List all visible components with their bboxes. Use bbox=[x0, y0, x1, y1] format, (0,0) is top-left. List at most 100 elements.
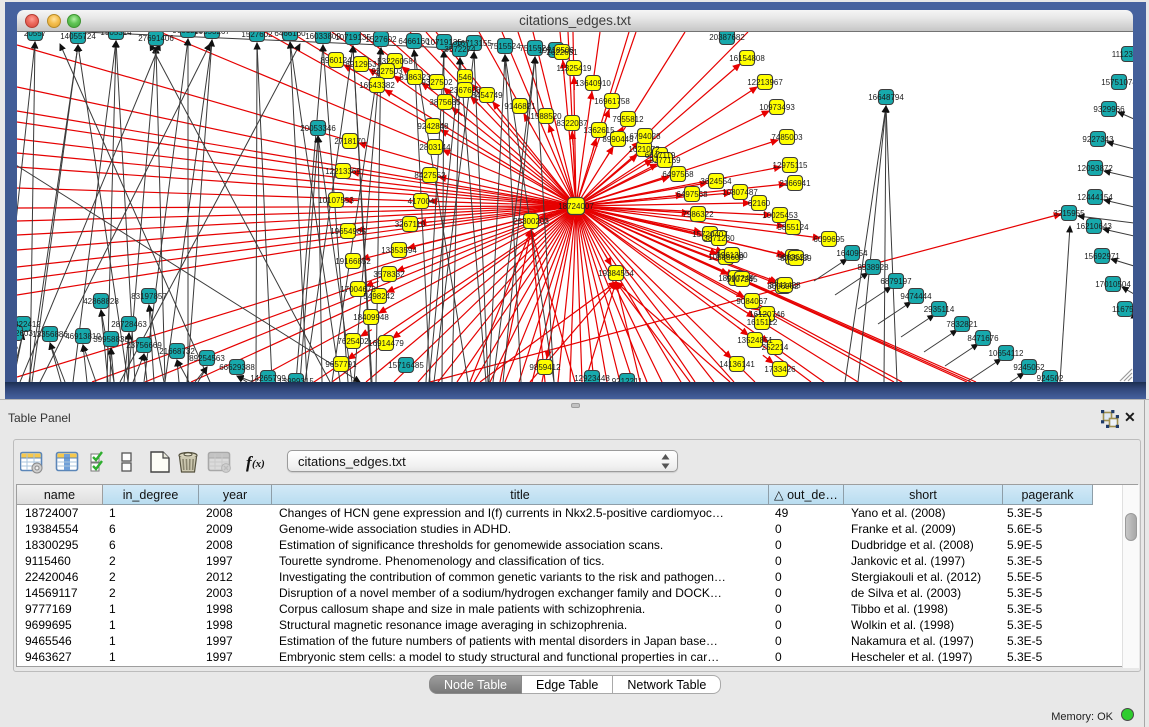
svg-text:62160: 62160 bbox=[748, 199, 771, 208]
svg-text:23756669: 23756669 bbox=[126, 341, 162, 350]
svg-text:7625402: 7625402 bbox=[337, 337, 369, 346]
svg-text:16154808: 16154808 bbox=[729, 54, 765, 63]
svg-text:18409948: 18409948 bbox=[353, 313, 389, 322]
svg-text:83197857: 83197857 bbox=[131, 292, 167, 301]
svg-text:1362615: 1362615 bbox=[583, 126, 615, 135]
svg-text:12923448: 12923448 bbox=[574, 374, 610, 382]
svg-text:16914479: 16914479 bbox=[368, 339, 404, 348]
svg-text:10807487: 10807487 bbox=[722, 188, 758, 197]
svg-text:20053346: 20053346 bbox=[300, 124, 336, 133]
svg-text:17010504: 17010504 bbox=[1095, 280, 1131, 289]
svg-text:3572274: 3572274 bbox=[444, 45, 476, 54]
svg-text:2166941: 2166941 bbox=[779, 179, 811, 188]
svg-text:89254563: 89254563 bbox=[189, 354, 225, 363]
svg-text:10973493: 10973493 bbox=[759, 103, 795, 112]
svg-text:1527602: 1527602 bbox=[241, 32, 273, 39]
svg-text:15692971: 15692971 bbox=[1084, 252, 1120, 261]
svg-text:9327503: 9327503 bbox=[371, 67, 403, 76]
svg-text:3871230: 3871230 bbox=[703, 234, 735, 243]
svg-text:1905314: 1905314 bbox=[100, 32, 132, 37]
svg-text:(x): (x) bbox=[252, 458, 265, 470]
svg-text:7485003: 7485003 bbox=[771, 133, 803, 142]
svg-text:6497568: 6497568 bbox=[676, 190, 708, 199]
svg-text:5107245: 5107245 bbox=[726, 275, 758, 284]
svg-text:6497568: 6497568 bbox=[662, 170, 694, 179]
svg-text:19384554: 19384554 bbox=[598, 269, 634, 278]
svg-text:12093872: 12093872 bbox=[1077, 164, 1113, 173]
svg-text:13356886: 13356886 bbox=[32, 330, 68, 339]
svg-text:24942603: 24942603 bbox=[17, 329, 33, 338]
svg-text:16648794: 16648794 bbox=[868, 93, 904, 102]
svg-text:5855124: 5855124 bbox=[777, 223, 809, 232]
svg-text:9327502: 9327502 bbox=[421, 78, 453, 87]
svg-text:42868828: 42868828 bbox=[83, 297, 119, 306]
svg-text:2622631: 2622631 bbox=[546, 48, 578, 57]
svg-text:14136141: 14136141 bbox=[719, 360, 755, 369]
svg-text:9777169: 9777169 bbox=[649, 156, 681, 165]
svg-text:9961380: 9961380 bbox=[716, 251, 748, 260]
svg-text:12444154: 12444154 bbox=[1077, 193, 1113, 202]
svg-text:9227343: 9227343 bbox=[1082, 135, 1114, 144]
svg-text:18724007: 18724007 bbox=[558, 202, 594, 211]
svg-text:417004: 417004 bbox=[408, 197, 435, 206]
svg-text:9212211: 9212211 bbox=[612, 377, 643, 382]
svg-text:11325419: 11325419 bbox=[557, 64, 593, 73]
svg-text:13640910: 13640910 bbox=[575, 79, 611, 88]
svg-text:10025453: 10025453 bbox=[762, 211, 798, 220]
svg-text:12213369: 12213369 bbox=[325, 167, 361, 176]
svg-text:19654985: 19654985 bbox=[330, 227, 366, 236]
svg-text:9084067: 9084067 bbox=[736, 297, 768, 306]
svg-text:19166852: 19166852 bbox=[335, 257, 371, 266]
svg-text:924502: 924502 bbox=[1037, 374, 1064, 382]
svg-text:3624554: 3624554 bbox=[700, 177, 732, 186]
svg-text:8938928: 8938928 bbox=[857, 263, 889, 272]
svg-text:17004678: 17004678 bbox=[340, 285, 376, 294]
svg-text:7986322: 7986322 bbox=[682, 210, 714, 219]
svg-text:2803144: 2803144 bbox=[419, 143, 451, 152]
svg-text:9859412: 9859412 bbox=[529, 363, 561, 372]
svg-text:3578332: 3578332 bbox=[373, 270, 405, 279]
svg-text:9329966: 9329966 bbox=[1093, 105, 1125, 114]
svg-text:14055724: 14055724 bbox=[60, 32, 96, 41]
svg-text:1733426: 1733426 bbox=[764, 365, 796, 374]
svg-text:3741438: 3741438 bbox=[769, 281, 801, 290]
svg-text:1615112: 1615112 bbox=[747, 318, 778, 327]
svg-text:10107553: 10107553 bbox=[318, 196, 354, 205]
svg-text:8471676: 8471676 bbox=[967, 334, 999, 343]
svg-text:12213967: 12213967 bbox=[747, 78, 783, 87]
svg-text:8454749: 8454749 bbox=[471, 91, 503, 100]
svg-text:3215955: 3215955 bbox=[1053, 209, 1085, 218]
svg-text:2935114: 2935114 bbox=[924, 305, 955, 314]
svg-text:20557: 20557 bbox=[24, 32, 47, 38]
svg-text:20387682: 20387682 bbox=[709, 33, 745, 42]
svg-text:3875685: 3875685 bbox=[429, 98, 461, 107]
svg-text:39958838: 39958838 bbox=[93, 335, 129, 344]
svg-text:6099695: 6099695 bbox=[813, 235, 845, 244]
svg-text:12975115: 12975115 bbox=[773, 161, 809, 170]
svg-text:2718170: 2718170 bbox=[334, 137, 366, 146]
svg-text:53226058: 53226058 bbox=[377, 57, 413, 66]
svg-text:15751074: 15751074 bbox=[1101, 78, 1133, 87]
svg-text:10553267: 10553267 bbox=[194, 32, 230, 36]
svg-text:7515524: 7515524 bbox=[489, 42, 521, 51]
svg-text:13999315: 13999315 bbox=[278, 377, 314, 382]
svg-text:6879197: 6879197 bbox=[880, 277, 912, 286]
svg-text:16210643: 16210643 bbox=[1076, 222, 1112, 231]
svg-text:11123344: 11123344 bbox=[1112, 50, 1133, 59]
svg-text:9474444: 9474444 bbox=[900, 292, 932, 301]
svg-text:7955812: 7955812 bbox=[612, 115, 644, 124]
svg-text:9242848: 9242848 bbox=[417, 122, 449, 131]
svg-text:6794028: 6794028 bbox=[629, 132, 661, 141]
svg-text:116753: 116753 bbox=[1112, 305, 1133, 314]
svg-text:252214: 252214 bbox=[762, 343, 789, 352]
svg-text:25300203: 25300203 bbox=[513, 217, 549, 226]
svg-text:28728463: 28728463 bbox=[111, 320, 147, 329]
svg-text:95822412: 95822412 bbox=[17, 320, 41, 329]
svg-text:10654112: 10654112 bbox=[989, 349, 1025, 358]
svg-text:9657791: 9657791 bbox=[325, 360, 357, 369]
svg-text:66629388: 66629388 bbox=[219, 363, 255, 372]
svg-text:9245052: 9245052 bbox=[1013, 363, 1045, 372]
svg-text:15716485: 15716485 bbox=[388, 361, 424, 370]
svg-text:16961758: 16961758 bbox=[594, 97, 630, 106]
svg-text:27691406: 27691406 bbox=[138, 34, 174, 43]
